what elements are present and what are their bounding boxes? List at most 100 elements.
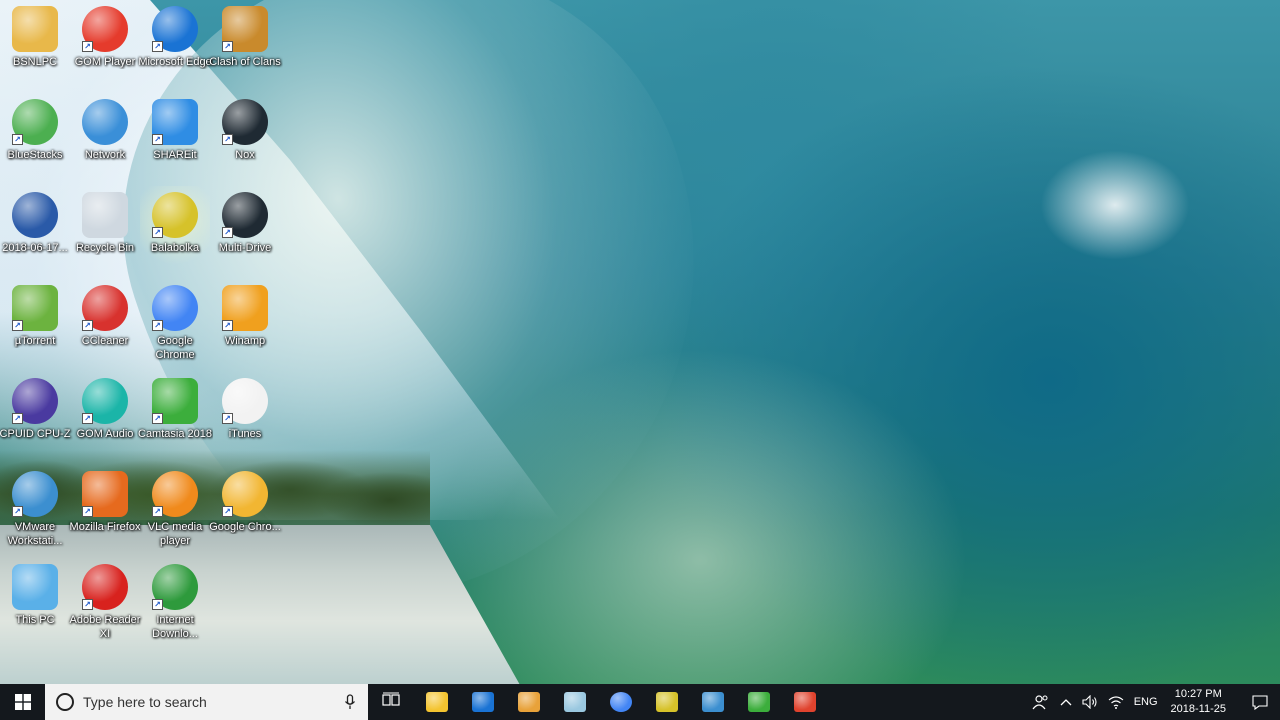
desktop-icon-video-file[interactable]: 2018-06-17... xyxy=(0,186,70,278)
desktop-icon-label: Recycle Bin xyxy=(75,242,135,254)
shortcut-arrow-icon: ↗ xyxy=(12,506,23,517)
desktop-icon-network[interactable]: Network xyxy=(70,93,140,185)
adobe-reader-icon: ↗ xyxy=(82,564,128,610)
shareit-icon: ↗ xyxy=(152,99,198,145)
taskbar-app-chrome[interactable] xyxy=(598,684,644,720)
shortcut-arrow-icon: ↗ xyxy=(82,506,93,517)
desktop-icon-ccleaner[interactable]: ↗ CCleaner xyxy=(70,279,140,371)
desktop-icon-cpuz[interactable]: ↗ CPUID CPU-Z xyxy=(0,372,70,464)
shortcut-arrow-icon: ↗ xyxy=(82,320,93,331)
desktop-icon-itunes[interactable]: ↗ iTunes xyxy=(210,372,280,464)
desktop-icon-balabolka[interactable]: ↗ Balabolka xyxy=(140,186,210,278)
volume-button[interactable] xyxy=(1077,684,1103,720)
network-icon xyxy=(82,99,128,145)
people-button[interactable] xyxy=(1027,684,1055,720)
desktop-icon-vlc[interactable]: ↗ VLC media player xyxy=(140,465,210,557)
desktop-icon-utorrent[interactable]: ↗ µTorrent xyxy=(0,279,70,371)
desktop-icon-label: GOM Player xyxy=(74,56,136,68)
desktop-icon-gom-player[interactable]: ↗ GOM Player xyxy=(70,0,140,92)
taskbar-app-media-player[interactable] xyxy=(506,684,552,720)
people-icon xyxy=(1032,695,1048,710)
desktop-icon-label: Winamp xyxy=(224,335,266,347)
language-indicator: ENG xyxy=(1133,696,1158,708)
desktop-icon-chrome[interactable]: ↗ Google Chrome xyxy=(140,279,210,371)
edge-icon: ↗ xyxy=(152,6,198,52)
microphone-icon[interactable] xyxy=(344,694,356,710)
folder-icon xyxy=(426,692,448,712)
desktop-icon-idm[interactable]: ↗ Internet Downlo... xyxy=(140,558,210,650)
action-center-button[interactable] xyxy=(1240,684,1280,720)
desktop-icon-label: Nox xyxy=(235,149,255,161)
desktop-icon-label: BlueStacks xyxy=(7,149,63,161)
user-folder-icon xyxy=(12,6,58,52)
desktop-icon-label: iTunes xyxy=(228,428,262,440)
desktop-icon-clash-of-clans[interactable]: ↗ Clash of Clans xyxy=(209,0,281,92)
input-language-button[interactable]: ENG xyxy=(1129,684,1163,720)
desktop-icon-edge[interactable]: ↗ Microsoft Edge xyxy=(138,0,212,92)
desktop-icon-label: Balabolka xyxy=(150,242,200,254)
desktop-icon-camtasia[interactable]: ↗ Camtasia 2018 xyxy=(138,372,212,464)
camtasia-icon: ↗ xyxy=(152,378,198,424)
edge-icon xyxy=(472,692,494,712)
search-input[interactable] xyxy=(83,694,323,710)
shortcut-arrow-icon: ↗ xyxy=(152,599,163,610)
taskbar-search[interactable] xyxy=(45,684,368,720)
taskbar-app-vmware[interactable] xyxy=(690,684,736,720)
gom-audio-icon: ↗ xyxy=(82,378,128,424)
shortcut-arrow-icon: ↗ xyxy=(82,41,93,52)
desktop-icon-multi-drive[interactable]: ↗ Multi-Drive xyxy=(210,186,280,278)
taskbar-app-balabolka[interactable] xyxy=(644,684,690,720)
clock-date: 2018-11-25 xyxy=(1170,703,1226,715)
shortcut-arrow-icon: ↗ xyxy=(222,134,233,145)
recorder-icon xyxy=(794,692,816,712)
shortcut-arrow-icon: ↗ xyxy=(12,134,23,145)
notification-icon xyxy=(1252,694,1268,710)
taskbar-app-edge[interactable] xyxy=(460,684,506,720)
shortcut-arrow-icon: ↗ xyxy=(152,320,163,331)
desktop-icon-label: Google Chrome xyxy=(155,335,195,361)
desktop-icon-this-pc[interactable]: This PC xyxy=(0,558,70,650)
desktop-icon-user-folder[interactable]: BSNLPC xyxy=(0,0,70,92)
idm-icon: ↗ xyxy=(152,564,198,610)
desktop-icon-label: CCleaner xyxy=(81,335,129,347)
desktop-icon-nox[interactable]: ↗ Nox xyxy=(210,93,280,185)
taskbar-app-camtasia[interactable] xyxy=(736,684,782,720)
shortcut-arrow-icon: ↗ xyxy=(222,413,233,424)
winamp-icon: ↗ xyxy=(222,285,268,331)
vmware-icon xyxy=(702,692,724,712)
desktop-icon-gom-audio[interactable]: ↗ GOM Audio xyxy=(70,372,140,464)
desktop-icon-recycle-bin[interactable]: Recycle Bin xyxy=(70,186,140,278)
shortcut-arrow-icon: ↗ xyxy=(222,320,233,331)
desktop-icon-winamp[interactable]: ↗ Winamp xyxy=(210,279,280,371)
desktop-icon-label: Adobe Reader XI xyxy=(69,614,141,640)
desktop-icon-shareit[interactable]: ↗ SHAREit xyxy=(140,93,210,185)
desktop-icon-adobe-reader[interactable]: ↗ Adobe Reader XI xyxy=(70,558,140,650)
taskbar-app-file-explorer[interactable] xyxy=(414,684,460,720)
shortcut-arrow-icon: ↗ xyxy=(152,506,163,517)
chrome-icon: ↗ xyxy=(152,285,198,331)
desktop-icon-chrome-canary[interactable]: ↗ Google Chro... xyxy=(209,465,281,557)
clock-button[interactable]: 10:27 PM 2018-11-25 xyxy=(1163,687,1240,717)
desktop-icon-label: This PC xyxy=(15,614,55,626)
ccleaner-icon: ↗ xyxy=(82,285,128,331)
desktop-icon-label: Camtasia 2018 xyxy=(138,428,212,440)
desktop-icon-bluestacks[interactable]: ↗ BlueStacks xyxy=(0,93,70,185)
taskbar-app-task-view[interactable] xyxy=(368,684,414,720)
chevron-up-icon xyxy=(1060,699,1072,706)
start-button[interactable] xyxy=(0,684,45,720)
taskbar-app-eraser-app[interactable] xyxy=(552,684,598,720)
desktop-icon-label: Network xyxy=(84,149,126,161)
desktop-icon-label: SHAREit xyxy=(153,149,197,161)
taskbar-app-camtasia-recorder[interactable] xyxy=(782,684,828,720)
show-hidden-icons-button[interactable] xyxy=(1055,684,1077,720)
utorrent-icon: ↗ xyxy=(12,285,58,331)
desktop-icon-label: VLC media player xyxy=(147,521,203,547)
desktop-icon-vmware[interactable]: ↗ VMware Workstati... xyxy=(0,465,70,557)
windows-logo-icon xyxy=(14,694,31,710)
eraser-icon xyxy=(564,692,586,712)
shortcut-arrow-icon: ↗ xyxy=(152,227,163,238)
desktop-icon-label: CPUID CPU-Z xyxy=(0,428,71,440)
desktop-icon-label: µTorrent xyxy=(14,335,56,347)
desktop-icon-firefox[interactable]: ↗ Mozilla Firefox xyxy=(70,465,140,557)
network-button[interactable] xyxy=(1103,684,1129,720)
